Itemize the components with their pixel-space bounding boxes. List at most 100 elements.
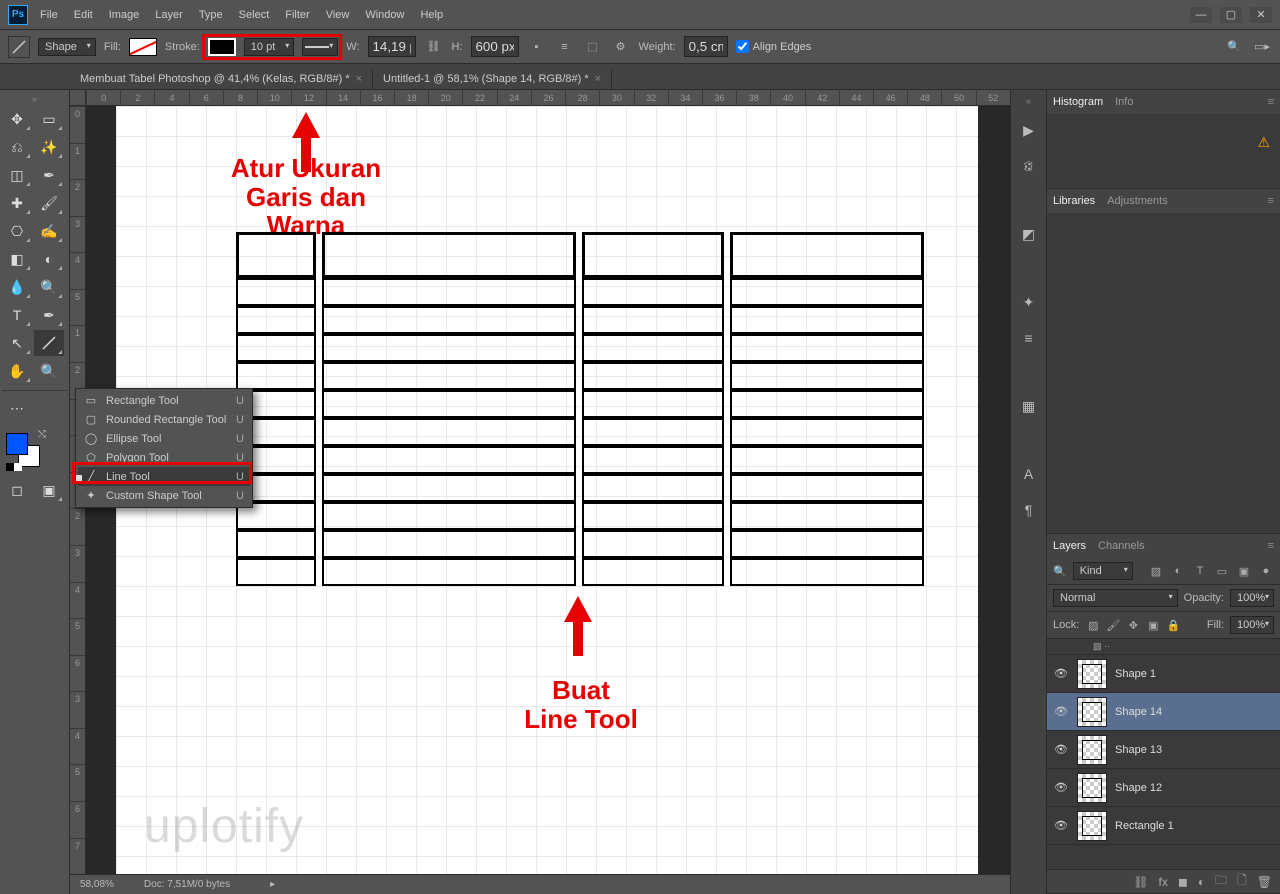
opacity-input[interactable]: 100% xyxy=(1230,589,1274,607)
history-brush-tool[interactable]: ✍ xyxy=(34,218,64,244)
foreground-background-colors[interactable]: ⤭ xyxy=(6,429,46,469)
marquee-tool[interactable]: ▭ xyxy=(34,106,64,132)
filter-adjustment-icon[interactable]: ◐ xyxy=(1170,563,1186,579)
magic-wand-tool[interactable]: ✨ xyxy=(34,134,64,160)
eraser-tool[interactable]: ◧ xyxy=(2,246,32,272)
flyout-rectangle-tool[interactable]: ▭Rectangle ToolU xyxy=(78,391,250,410)
brush-settings-panel-icon[interactable]: ≡ xyxy=(1017,326,1041,350)
filter-shape-icon[interactable]: ▭ xyxy=(1214,563,1230,579)
clone-stamp-tool[interactable]: ⎔ xyxy=(2,218,32,244)
path-operations-icon[interactable]: ▪ xyxy=(527,37,547,57)
window-close-button[interactable]: ✕ xyxy=(1250,7,1272,23)
shape-mode-dropdown[interactable]: Shape xyxy=(38,38,96,56)
document-tab-2[interactable]: Untitled-1 @ 58,1% (Shape 14, RGB/8#) *× xyxy=(373,69,612,89)
layer-fill-input[interactable]: 100% xyxy=(1230,616,1274,634)
ruler-horizontal[interactable]: 0246810121416182022242628303234363840424… xyxy=(70,90,1010,106)
width-input[interactable] xyxy=(368,36,416,57)
layer-thumbnail[interactable] xyxy=(1077,811,1107,841)
warning-icon[interactable]: ⚠ xyxy=(1257,134,1270,151)
adjustment-layer-icon[interactable]: ◐ xyxy=(1198,875,1205,889)
tab-channels[interactable]: Channels xyxy=(1098,540,1144,552)
foreground-color[interactable] xyxy=(6,433,28,455)
layer-filter-kind[interactable]: Kind xyxy=(1073,562,1133,580)
flyout-rounded-rectangle-tool[interactable]: ▢Rounded Rectangle ToolU xyxy=(78,410,250,429)
quick-mask-tool[interactable]: ◻ xyxy=(2,477,32,503)
align-edges-checkbox[interactable]: Align Edges xyxy=(736,40,812,53)
gradient-tool[interactable]: ◐ xyxy=(34,246,64,272)
visibility-toggle-icon[interactable]: 👁 xyxy=(1053,819,1069,832)
panel-menu-icon[interactable]: ≡ xyxy=(1268,540,1274,552)
visibility-toggle-icon[interactable]: 👁 xyxy=(1053,743,1069,756)
menu-file[interactable]: File xyxy=(40,9,58,21)
tab-libraries[interactable]: Libraries xyxy=(1053,195,1095,207)
layer-mask-icon[interactable]: ◼ xyxy=(1178,875,1188,889)
window-maximize-button[interactable]: ▢ xyxy=(1220,7,1242,23)
blur-tool[interactable]: 💧 xyxy=(2,274,32,300)
delete-layer-icon[interactable]: 🗑 xyxy=(1257,875,1272,889)
panel-menu-icon[interactable]: ≡ xyxy=(1268,96,1274,108)
visibility-toggle-icon[interactable]: 👁 xyxy=(1053,781,1069,794)
layer-style-icon[interactable]: fx xyxy=(1159,875,1168,889)
panel-menu-icon[interactable]: ≡ xyxy=(1268,195,1274,207)
menu-window[interactable]: Window xyxy=(365,9,404,21)
tab-histogram[interactable]: Histogram xyxy=(1053,96,1103,108)
eyedropper-tool[interactable]: ✒ xyxy=(34,162,64,188)
menu-layer[interactable]: Layer xyxy=(155,9,183,21)
healing-brush-tool[interactable]: ✚ xyxy=(2,190,32,216)
fill-swatch[interactable] xyxy=(129,38,157,56)
document-tab-1[interactable]: Membuat Tabel Photoshop @ 41,4% (Kelas, … xyxy=(70,69,373,89)
filter-smart-icon[interactable]: ▣ xyxy=(1236,563,1252,579)
menu-view[interactable]: View xyxy=(326,9,350,21)
dodge-tool[interactable]: 🔍 xyxy=(34,274,64,300)
lock-image-icon[interactable]: 🖌 xyxy=(1105,617,1121,633)
filter-toggle-icon[interactable]: ● xyxy=(1258,563,1274,579)
visibility-toggle-icon[interactable]: 👁 xyxy=(1053,705,1069,718)
path-selection-tool[interactable]: ↖ xyxy=(2,330,32,356)
link-layers-icon[interactable]: ⛓ xyxy=(1133,875,1148,889)
tab-adjustments[interactable]: Adjustments xyxy=(1107,195,1168,207)
visibility-toggle-icon[interactable]: 👁 xyxy=(1053,667,1069,680)
close-tab-icon[interactable]: × xyxy=(595,73,601,85)
character-panel-icon[interactable]: A xyxy=(1017,462,1041,486)
stroke-style-dropdown[interactable] xyxy=(302,38,338,56)
flyout-polygon-tool[interactable]: ⬠Polygon ToolU xyxy=(78,448,250,467)
brushes-panel-icon[interactable]: ✦ xyxy=(1017,290,1041,314)
gear-icon[interactable]: ⚙ xyxy=(611,37,631,57)
new-layer-icon[interactable]: 🗋 xyxy=(1237,871,1247,892)
paragraph-panel-icon[interactable]: ¶ xyxy=(1017,498,1041,522)
blend-mode-dropdown[interactable]: Normal xyxy=(1053,589,1178,607)
pen-tool[interactable]: ✒ xyxy=(34,302,64,328)
history-panel-icon[interactable]: 🕄 xyxy=(1017,154,1041,178)
height-input[interactable] xyxy=(471,36,519,57)
layer-thumbnail[interactable] xyxy=(1077,697,1107,727)
filter-pixel-icon[interactable]: ▨ xyxy=(1148,563,1164,579)
menu-filter[interactable]: Filter xyxy=(285,9,309,21)
screen-mode-tool[interactable]: ▣ xyxy=(34,477,64,503)
search-icon[interactable]: 🔍 xyxy=(1224,37,1244,57)
path-arrangement-icon[interactable]: ⬚ xyxy=(583,37,603,57)
toolbox-handle[interactable]: » xyxy=(2,94,67,104)
layer-row[interactable]: 👁Rectangle 1 xyxy=(1047,807,1280,845)
lasso-tool[interactable]: ⎌ xyxy=(2,134,32,160)
filter-type-icon[interactable]: T xyxy=(1192,563,1208,579)
swap-colors-icon[interactable]: ⤭ xyxy=(38,429,46,440)
status-doc-info[interactable]: Doc: 7,51M/0 bytes xyxy=(144,879,230,890)
stroke-size-dropdown[interactable]: 10 pt xyxy=(244,38,294,56)
shape-tool[interactable] xyxy=(34,330,64,356)
crop-tool[interactable]: ◫ xyxy=(2,162,32,188)
group-icon[interactable]: 🗀 xyxy=(1215,871,1227,892)
tab-layers[interactable]: Layers xyxy=(1053,540,1086,552)
layer-row[interactable]: 👁Shape 12 xyxy=(1047,769,1280,807)
close-tab-icon[interactable]: × xyxy=(356,73,362,85)
ruler-origin[interactable] xyxy=(70,90,86,106)
link-dimensions-icon[interactable]: ⛓ xyxy=(424,37,444,57)
flyout-ellipse-tool[interactable]: ◯Ellipse ToolU xyxy=(78,429,250,448)
play-icon[interactable]: ▶ xyxy=(1017,118,1041,142)
flyout-line-tool[interactable]: ╱Line ToolU xyxy=(78,467,250,486)
type-tool[interactable]: T xyxy=(2,302,32,328)
move-tool[interactable]: ✥ xyxy=(2,106,32,132)
stroke-swatch[interactable] xyxy=(208,38,236,56)
layer-thumbnail[interactable] xyxy=(1077,735,1107,765)
workspace-switcher-icon[interactable]: ▭▸ xyxy=(1252,37,1272,57)
layer-row[interactable]: 👁Shape 14 xyxy=(1047,693,1280,731)
